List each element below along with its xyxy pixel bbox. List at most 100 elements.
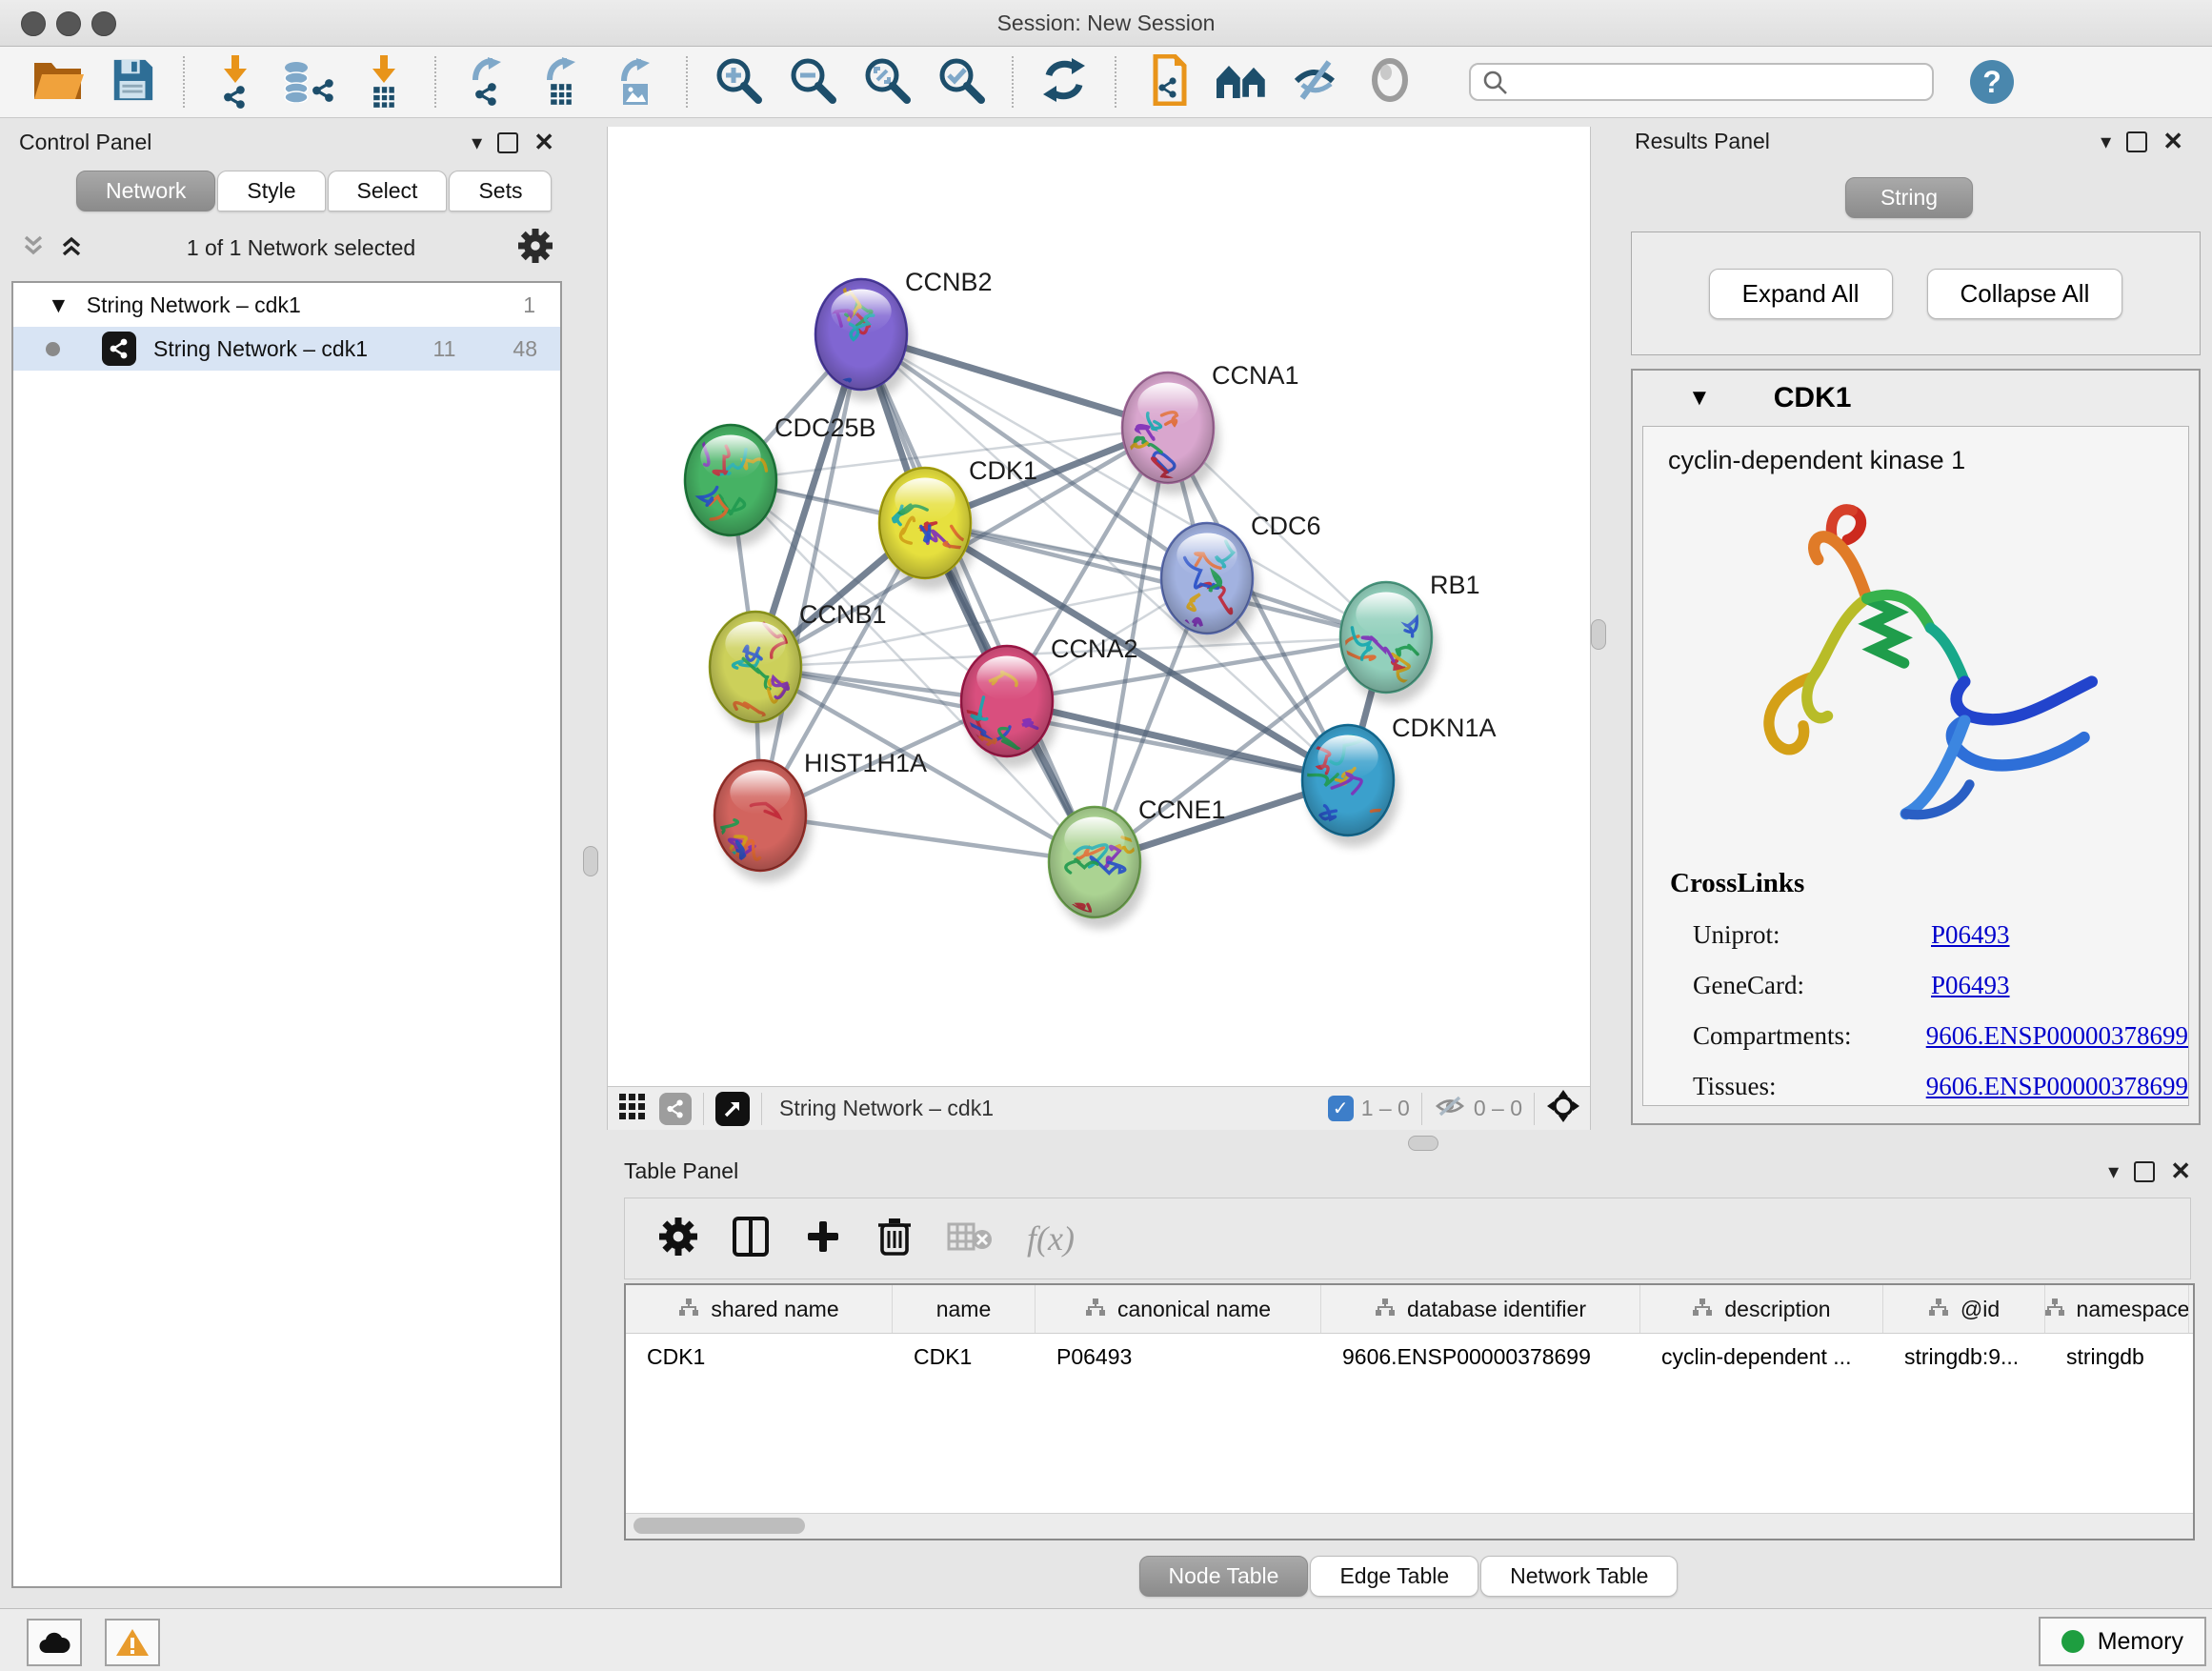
collection-expander-icon[interactable]: ▼ xyxy=(48,292,70,318)
network-row[interactable]: String Network – cdk1 11 48 xyxy=(13,327,560,371)
table-cell[interactable]: stringdb:9... xyxy=(1883,1334,2045,1379)
column-tree-icon xyxy=(1085,1297,1106,1322)
search-input[interactable] xyxy=(1469,63,1934,101)
tab-select[interactable]: Select xyxy=(328,171,448,211)
splitter-handle[interactable] xyxy=(583,846,598,876)
open-in-window-icon[interactable] xyxy=(715,1092,750,1126)
close-panel-icon[interactable]: ✕ xyxy=(533,128,554,157)
network-edge[interactable] xyxy=(760,334,861,815)
houses-button[interactable] xyxy=(1204,52,1278,111)
collapse-all-button[interactable]: Collapse All xyxy=(1927,269,2123,319)
node-label-rb1: RB1 xyxy=(1430,571,1480,599)
crosslink-label: Compartments: xyxy=(1670,1021,1926,1051)
panel-menu-icon[interactable]: ▾ xyxy=(2101,130,2111,154)
zoom-fit-button[interactable] xyxy=(850,52,924,111)
tab-string[interactable]: String xyxy=(1845,177,1973,218)
column-header-database-identifier[interactable]: database identifier xyxy=(1321,1285,1640,1333)
column-header-description[interactable]: description xyxy=(1640,1285,1883,1333)
import-network-database-button[interactable] xyxy=(272,52,347,111)
column-header--id[interactable]: @id xyxy=(1883,1285,2045,1333)
entry-expander-icon[interactable]: ▼ xyxy=(1688,385,1711,412)
memory-button[interactable]: Memory xyxy=(2039,1617,2206,1666)
crosslink-link[interactable]: P06493 xyxy=(1931,920,2010,950)
float-panel-icon[interactable] xyxy=(2126,131,2147,152)
save-session-button[interactable] xyxy=(95,52,170,111)
close-panel-icon[interactable]: ✕ xyxy=(2162,127,2183,156)
add-column-plus-icon[interactable] xyxy=(804,1218,842,1260)
network-node-rb1[interactable]: RB1 xyxy=(1340,571,1480,693)
float-panel-icon[interactable] xyxy=(2134,1161,2155,1182)
open-session-button[interactable] xyxy=(21,52,95,111)
column-header-namespace[interactable]: namespace xyxy=(2045,1285,2189,1333)
network-node-hist1h1a[interactable]: HIST1H1A xyxy=(700,749,927,871)
table-options-gear-icon[interactable] xyxy=(659,1218,697,1260)
network-canvas[interactable]: CCNB2CCNA1CDC25BCDK1CDC6RB1CCNB1CCNA2CDK… xyxy=(608,127,1590,1086)
network-options-gear-icon[interactable] xyxy=(518,229,553,268)
table-cell[interactable]: 9606.ENSP00000378699 xyxy=(1321,1334,1640,1379)
zoom-selected-button[interactable] xyxy=(924,52,998,111)
export-table-file-button[interactable] xyxy=(524,52,598,111)
table-cell[interactable]: stringdb xyxy=(2045,1334,2189,1379)
memory-status-dot-icon xyxy=(2061,1630,2084,1653)
tab-style[interactable]: Style xyxy=(217,171,325,211)
panel-menu-icon[interactable]: ▾ xyxy=(2108,1159,2119,1184)
delete-table-icon[interactable] xyxy=(947,1220,993,1258)
panel-menu-icon[interactable]: ▾ xyxy=(472,131,482,155)
table-cell[interactable]: CDK1 xyxy=(626,1334,893,1379)
close-panel-icon[interactable]: ✕ xyxy=(2170,1157,2191,1186)
table-hscroll-track[interactable] xyxy=(626,1513,2193,1539)
network-collection-row[interactable]: ▼ String Network – cdk1 1 xyxy=(13,283,560,327)
tab-node-table[interactable]: Node Table xyxy=(1139,1556,1309,1597)
save-session-icon xyxy=(109,56,156,109)
show-columns-icon[interactable] xyxy=(732,1216,770,1262)
refresh-view-button[interactable] xyxy=(1027,52,1101,111)
export-network-file-icon xyxy=(473,57,501,107)
tab-edge-table[interactable]: Edge Table xyxy=(1310,1556,1478,1597)
function-builder-icon[interactable]: f(x) xyxy=(1027,1218,1075,1258)
zoom-out-button[interactable] xyxy=(775,52,850,111)
help-button[interactable]: ? xyxy=(1970,60,2014,104)
crosslink-link[interactable]: P06493 xyxy=(1931,971,2010,1000)
warnings-button[interactable] xyxy=(105,1619,160,1666)
network-edge[interactable] xyxy=(861,334,1095,862)
expand-all-icon[interactable] xyxy=(59,233,84,263)
network-selection-status: 1 of 1 Network selected xyxy=(84,235,518,261)
column-tree-icon xyxy=(1928,1297,1949,1322)
document-share-button[interactable] xyxy=(1130,52,1204,111)
hidden-eye-icon[interactable] xyxy=(1434,1094,1466,1124)
import-table-file-button[interactable] xyxy=(347,52,421,111)
entry-details: cyclin-dependent kinase 1 xyxy=(1642,426,2189,1106)
collapse-all-icon[interactable] xyxy=(21,233,46,263)
column-header-canonical-name[interactable]: canonical name xyxy=(1036,1285,1321,1333)
tab-network[interactable]: Network xyxy=(76,171,215,211)
table-row[interactable]: CDK1CDK1P064939606.ENSP00000378699cyclin… xyxy=(626,1334,2193,1379)
delete-trash-icon[interactable] xyxy=(876,1216,913,1262)
column-header-shared-name[interactable]: shared name xyxy=(626,1285,893,1333)
splitter-handle[interactable] xyxy=(1408,1136,1438,1151)
table-cell[interactable]: P06493 xyxy=(1036,1334,1321,1379)
export-image-file-button[interactable] xyxy=(598,52,673,111)
selected-nodes-checkbox-icon[interactable]: ✓ xyxy=(1328,1096,1354,1121)
crosslink-link[interactable]: 9606.ENSP00000378699 xyxy=(1926,1072,2188,1101)
expand-all-button[interactable]: Expand All xyxy=(1709,269,1893,319)
table-cell[interactable]: CDK1 xyxy=(893,1334,1036,1379)
cloud-status-button[interactable] xyxy=(27,1619,82,1666)
eye-button[interactable] xyxy=(1353,52,1427,111)
table-hscroll-thumb[interactable] xyxy=(633,1518,805,1534)
crosslink-link[interactable]: 9606.ENSP00000378699 xyxy=(1926,1021,2188,1051)
float-panel-icon[interactable] xyxy=(497,132,518,153)
tab-sets[interactable]: Sets xyxy=(449,171,552,211)
splitter-handle[interactable] xyxy=(1591,619,1606,650)
birdseye-view-icon[interactable] xyxy=(617,1092,646,1126)
network-share-gray-icon[interactable] xyxy=(659,1093,692,1125)
fit-content-crosshair-icon[interactable] xyxy=(1546,1089,1580,1129)
export-network-file-button[interactable] xyxy=(450,52,524,111)
tab-network-table[interactable]: Network Table xyxy=(1480,1556,1678,1597)
import-network-file-button[interactable] xyxy=(198,52,272,111)
toolbar-separator xyxy=(183,56,185,108)
hide-eye-button[interactable] xyxy=(1278,52,1353,111)
zoom-in-button[interactable] xyxy=(701,52,775,111)
node-label-ccna1: CCNA1 xyxy=(1212,361,1299,390)
table-cell[interactable]: cyclin-dependent ... xyxy=(1640,1334,1883,1379)
column-header-name[interactable]: name xyxy=(893,1285,1036,1333)
